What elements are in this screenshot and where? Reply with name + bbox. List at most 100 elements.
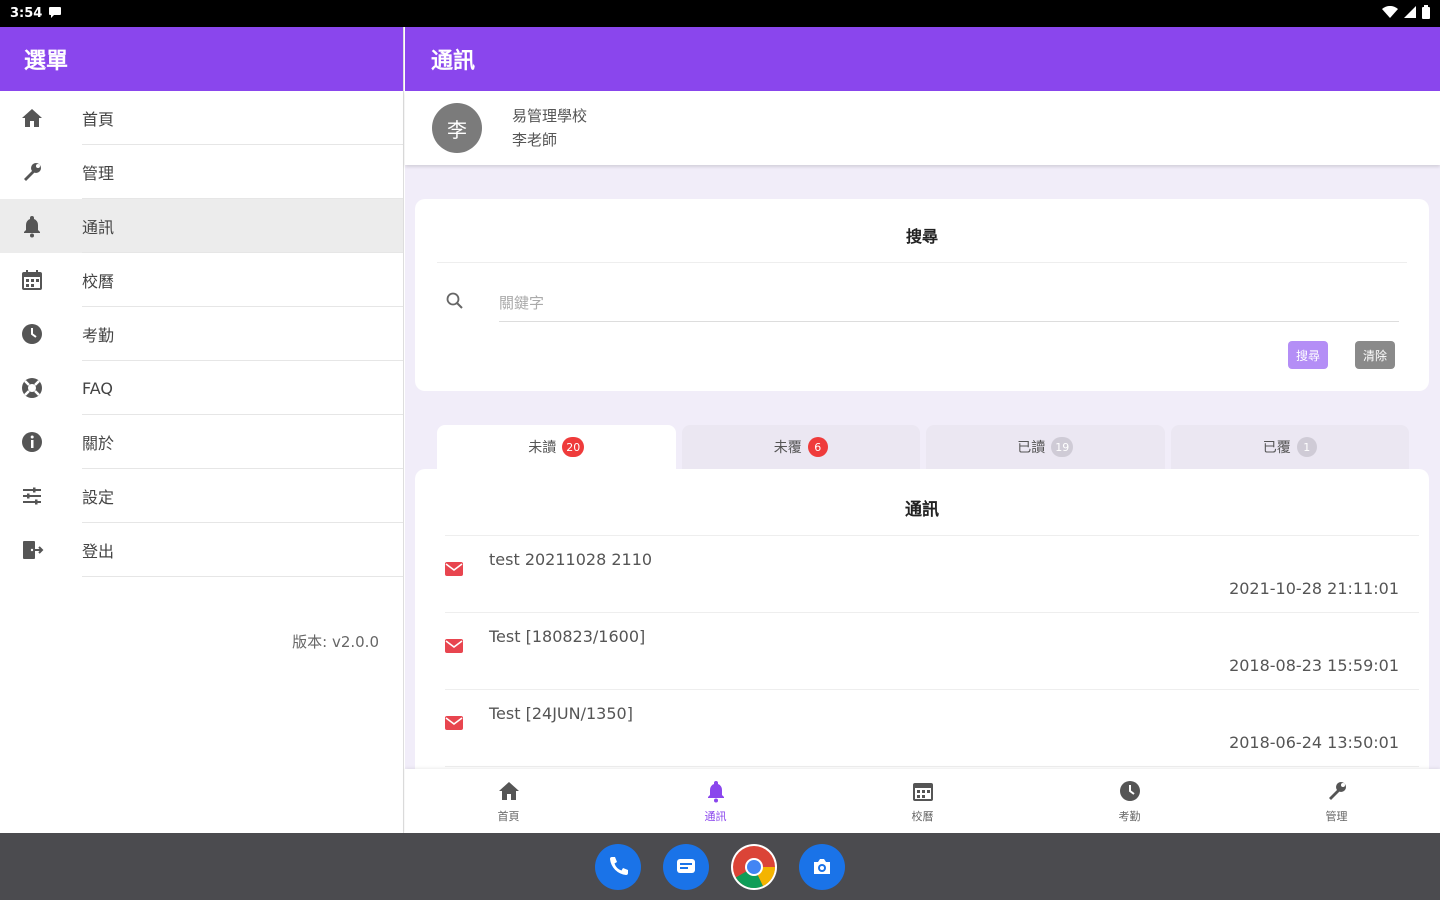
sidebar-item-label: FAQ [82, 378, 113, 398]
sidebar-item-label: 首頁 [82, 110, 115, 129]
sidebar-item-label: 管理 [82, 164, 115, 183]
sidebar-item-attendance[interactable]: 考勤 [0, 307, 403, 361]
messages-icon[interactable] [663, 843, 709, 890]
info-icon [19, 429, 45, 455]
list-item[interactable]: Test [24JUN/1350] 2018-06-24 13:50:01 [445, 690, 1419, 767]
drawer-header: 選單 [0, 27, 403, 91]
sidebar-item-label: 設定 [82, 488, 115, 507]
tab-label: 已覆 [1262, 440, 1291, 456]
bottom-nav-calendar[interactable]: 校曆 [819, 769, 1026, 833]
wifi-icon [1382, 5, 1398, 22]
message-time: 2021-10-28 21:11:01 [1229, 579, 1399, 598]
phone-icon[interactable] [595, 843, 641, 890]
sliders-icon [19, 483, 45, 509]
chat-notification-icon [48, 6, 62, 22]
sidebar-item-logout[interactable]: 登出 [0, 523, 403, 577]
wrench-icon [19, 159, 45, 185]
list-item[interactable]: test 20211028 2110 2021-10-28 21:11:01 [445, 536, 1419, 613]
bottom-nav-manage[interactable]: 管理 [1233, 769, 1440, 833]
bottom-nav-label: 校曆 [911, 809, 934, 823]
status-time: 3:54 [10, 6, 43, 21]
bottom-navigation: 首頁 通訊 校曆 考勤 管理 [405, 769, 1440, 833]
divider [437, 262, 1407, 263]
count-badge: 1 [1296, 437, 1317, 457]
system-dock [0, 833, 1440, 900]
status-bar: 3:54 [0, 0, 1440, 27]
message-tabs: 未讀 20 未覆 6 已讀 19 已覆 1 [437, 425, 1409, 469]
search-title: 搜尋 [905, 227, 938, 246]
message-time: 2018-06-24 13:50:01 [1229, 733, 1399, 752]
home-icon [19, 105, 45, 131]
sidebar-item-notices[interactable]: 通訊 [0, 199, 403, 253]
message-list-card: 通訊 test 20211028 2110 2021-10-28 21:11:0… [415, 469, 1429, 769]
mail-icon [445, 715, 463, 734]
tab-replied[interactable]: 已覆 1 [1170, 425, 1409, 469]
count-badge: 20 [562, 437, 585, 457]
count-badge: 6 [807, 437, 828, 457]
message-time: 2018-08-23 15:59:01 [1229, 656, 1399, 675]
mail-icon [445, 561, 463, 580]
search-card: 搜尋 搜尋 清除 [415, 199, 1429, 391]
tab-unread[interactable]: 未讀 20 [437, 425, 676, 469]
sidebar-item-faq[interactable]: FAQ [0, 361, 403, 415]
clock-icon [19, 321, 45, 347]
teacher-name: 李老師 [512, 131, 558, 149]
battery-icon [1422, 4, 1430, 23]
wrench-icon [1325, 779, 1349, 806]
sidebar-item-label: 關於 [82, 434, 115, 453]
bottom-nav-label: 管理 [1325, 809, 1348, 823]
sidebar-item-home[interactable]: 首頁 [0, 91, 403, 145]
sidebar-item-settings[interactable]: 設定 [0, 469, 403, 523]
app-version: 版本: v2.0.0 [292, 633, 379, 651]
navigation-drawer: 選單 首頁 管理 通訊 校曆 考勤 FAQ 關於 設定 登出 版本: v2.0.… [0, 27, 404, 833]
avatar: 李 [432, 103, 482, 153]
profile-info: 易管理學校 李老師 [512, 104, 587, 152]
tab-label: 未覆 [773, 440, 802, 456]
sidebar-item-label: 通訊 [82, 218, 115, 237]
chrome-icon[interactable] [731, 843, 777, 890]
sidebar-item-manage[interactable]: 管理 [0, 145, 403, 199]
lifebuoy-icon [19, 375, 45, 401]
sidebar-item-calendar[interactable]: 校曆 [0, 253, 403, 307]
sidebar-item-about[interactable]: 關於 [0, 415, 403, 469]
bell-icon [704, 779, 728, 806]
bottom-nav-label: 通訊 [704, 809, 727, 823]
bell-icon [19, 213, 45, 239]
search-input[interactable] [499, 284, 1399, 322]
user-profile: 李 易管理學校 李老師 [405, 91, 1440, 165]
message-title: Test [24JUN/1350] [489, 704, 633, 723]
home-icon [497, 779, 521, 806]
bottom-nav-label: 考勤 [1118, 809, 1141, 823]
search-icon [445, 291, 465, 315]
tab-label: 未讀 [528, 440, 557, 456]
clock-icon [1118, 779, 1142, 806]
app-bar: 通訊 [405, 27, 1440, 91]
sidebar-item-label: 考勤 [82, 326, 115, 345]
count-badge: 19 [1051, 437, 1074, 457]
signal-icon [1404, 5, 1416, 22]
sidebar-item-label: 登出 [82, 542, 115, 561]
logout-icon [19, 537, 45, 563]
bottom-nav-attendance[interactable]: 考勤 [1026, 769, 1233, 833]
clear-button[interactable]: 清除 [1355, 341, 1396, 369]
message-title: test 20211028 2110 [489, 550, 653, 569]
tab-read[interactable]: 已讀 19 [926, 425, 1165, 469]
list-item[interactable]: Test [180823/1600] 2018-08-23 15:59:01 [445, 613, 1419, 690]
mail-icon [445, 638, 463, 657]
search-button[interactable]: 搜尋 [1288, 341, 1329, 369]
list-title: 通訊 [905, 500, 939, 520]
sidebar-item-label: 校曆 [82, 272, 115, 291]
main-panel: 通訊 李 易管理學校 李老師 搜尋 搜尋 清除 未讀 20 未覆 6 已讀 19… [405, 27, 1440, 833]
bottom-nav-label: 首頁 [497, 809, 520, 823]
camera-icon[interactable] [799, 843, 845, 890]
page-title: 通訊 [431, 49, 476, 74]
tab-unreplied[interactable]: 未覆 6 [681, 425, 920, 469]
bottom-nav-home[interactable]: 首頁 [405, 769, 612, 833]
bottom-nav-notices[interactable]: 通訊 [612, 769, 819, 833]
tab-label: 已讀 [1017, 440, 1046, 456]
drawer-title: 選單 [24, 49, 69, 74]
calendar-icon [911, 779, 935, 806]
message-title: Test [180823/1600] [489, 627, 646, 646]
school-name: 易管理學校 [512, 107, 588, 125]
calendar-icon [19, 267, 45, 293]
